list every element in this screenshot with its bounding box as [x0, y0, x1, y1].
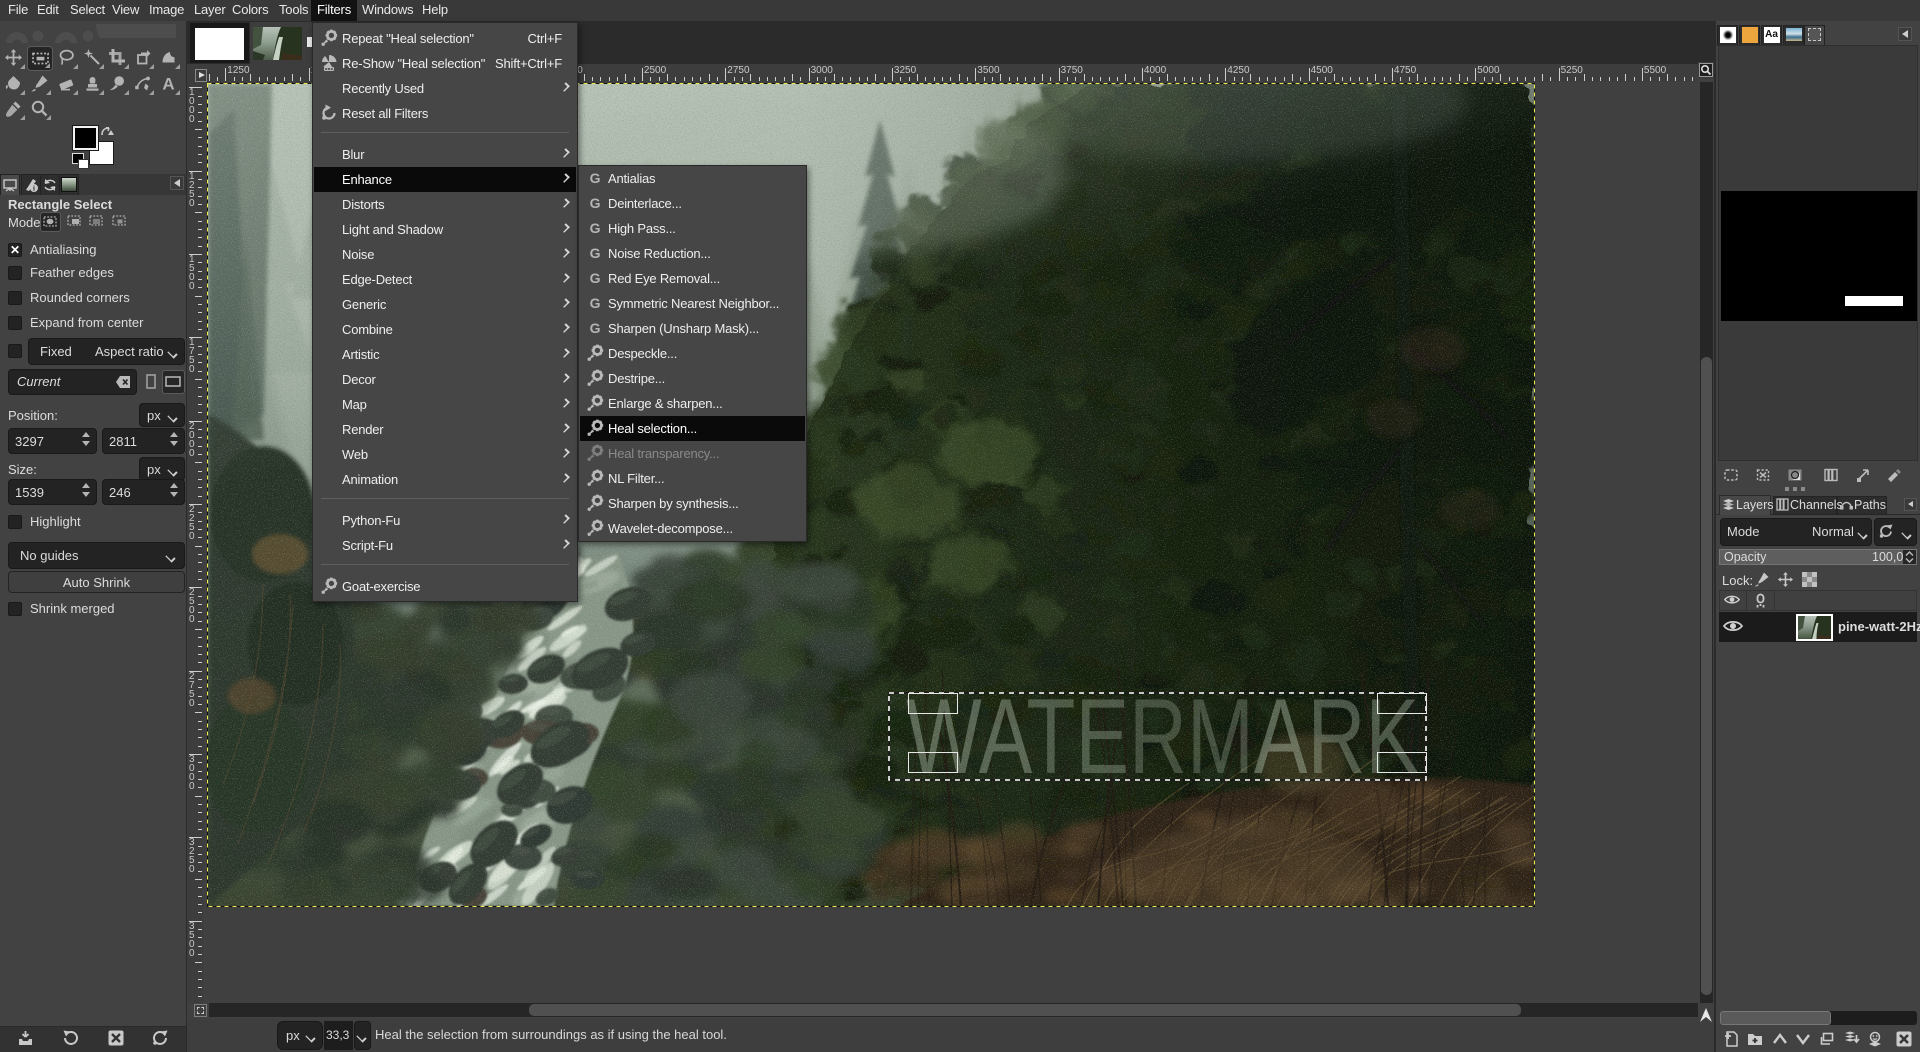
svg-text:A: A — [162, 75, 174, 92]
svg-text:i: i — [33, 185, 35, 193]
